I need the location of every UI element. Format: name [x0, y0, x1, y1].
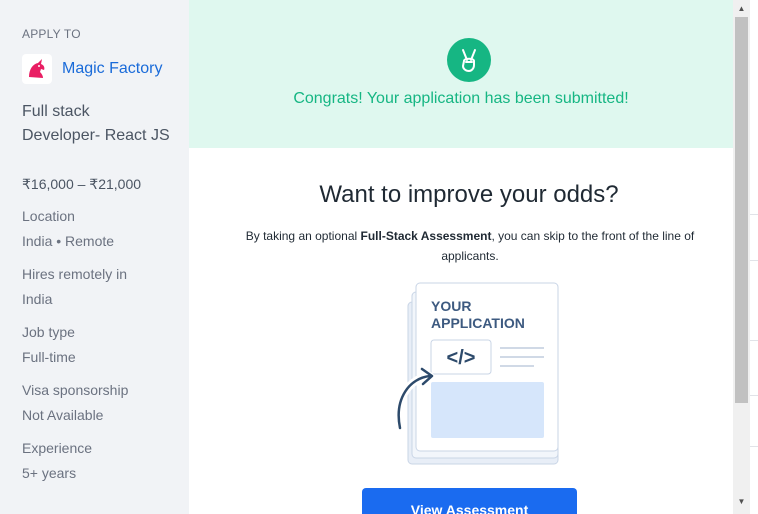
unicorn-logo-icon: [29, 59, 45, 78]
application-modal: APPLY TO Magic Factory Full stack Develo…: [0, 0, 734, 514]
job-title: Full stack Developer- React JS: [22, 103, 170, 144]
improve-odds-heading: Want to improve your odds?: [319, 181, 619, 208]
scroll-down-arrow-icon[interactable]: ▼: [733, 497, 750, 506]
location-label: Location: [22, 208, 75, 224]
job-type-label: Job type: [22, 324, 75, 340]
code-icon: </>: [447, 347, 476, 369]
assessment-name: Full-Stack Assessment: [360, 229, 492, 243]
salary-range: ₹16,000 – ₹21,000: [22, 176, 142, 192]
hires-remotely-value: India: [22, 291, 53, 307]
company-info: Magic Factory: [22, 54, 162, 84]
hires-remotely-label: Hires remotely in: [22, 266, 128, 282]
visa-sponsorship-value: Not Available: [22, 407, 104, 423]
visa-sponsorship-label: Visa sponsorship: [22, 382, 129, 398]
illustration-text: YOUR: [431, 298, 471, 314]
experience-value: 5+ years: [22, 465, 77, 481]
scroll-up-arrow-icon[interactable]: ▲: [733, 4, 750, 13]
assessment-description: By taking an optional Full-Stack Assessm…: [240, 226, 700, 266]
apply-to-label: APPLY TO: [22, 27, 81, 41]
description-text: By taking an optional: [245, 229, 361, 243]
company-logo: [22, 54, 52, 84]
company-name-link[interactable]: Magic Factory: [62, 60, 162, 78]
application-illustration: YOUR APPLICATION </>: [390, 280, 570, 475]
location-value: India • Remote: [22, 233, 115, 249]
job-summary-sidebar: APPLY TO Magic Factory Full stack Develo…: [0, 0, 189, 514]
view-assessment-button[interactable]: View Assessment: [362, 488, 577, 514]
illustration-text: APPLICATION: [431, 315, 525, 331]
success-banner: Congrats! Your application has been subm…: [189, 0, 733, 148]
congrats-message: Congrats! Your application has been subm…: [293, 90, 629, 107]
victory-hand-icon: [447, 38, 491, 82]
experience-label: Experience: [22, 440, 93, 456]
scrollbar-thumb[interactable]: [735, 17, 748, 403]
scrollbar[interactable]: ▲ ▼: [733, 0, 750, 514]
job-type-value: Full-time: [22, 349, 76, 365]
